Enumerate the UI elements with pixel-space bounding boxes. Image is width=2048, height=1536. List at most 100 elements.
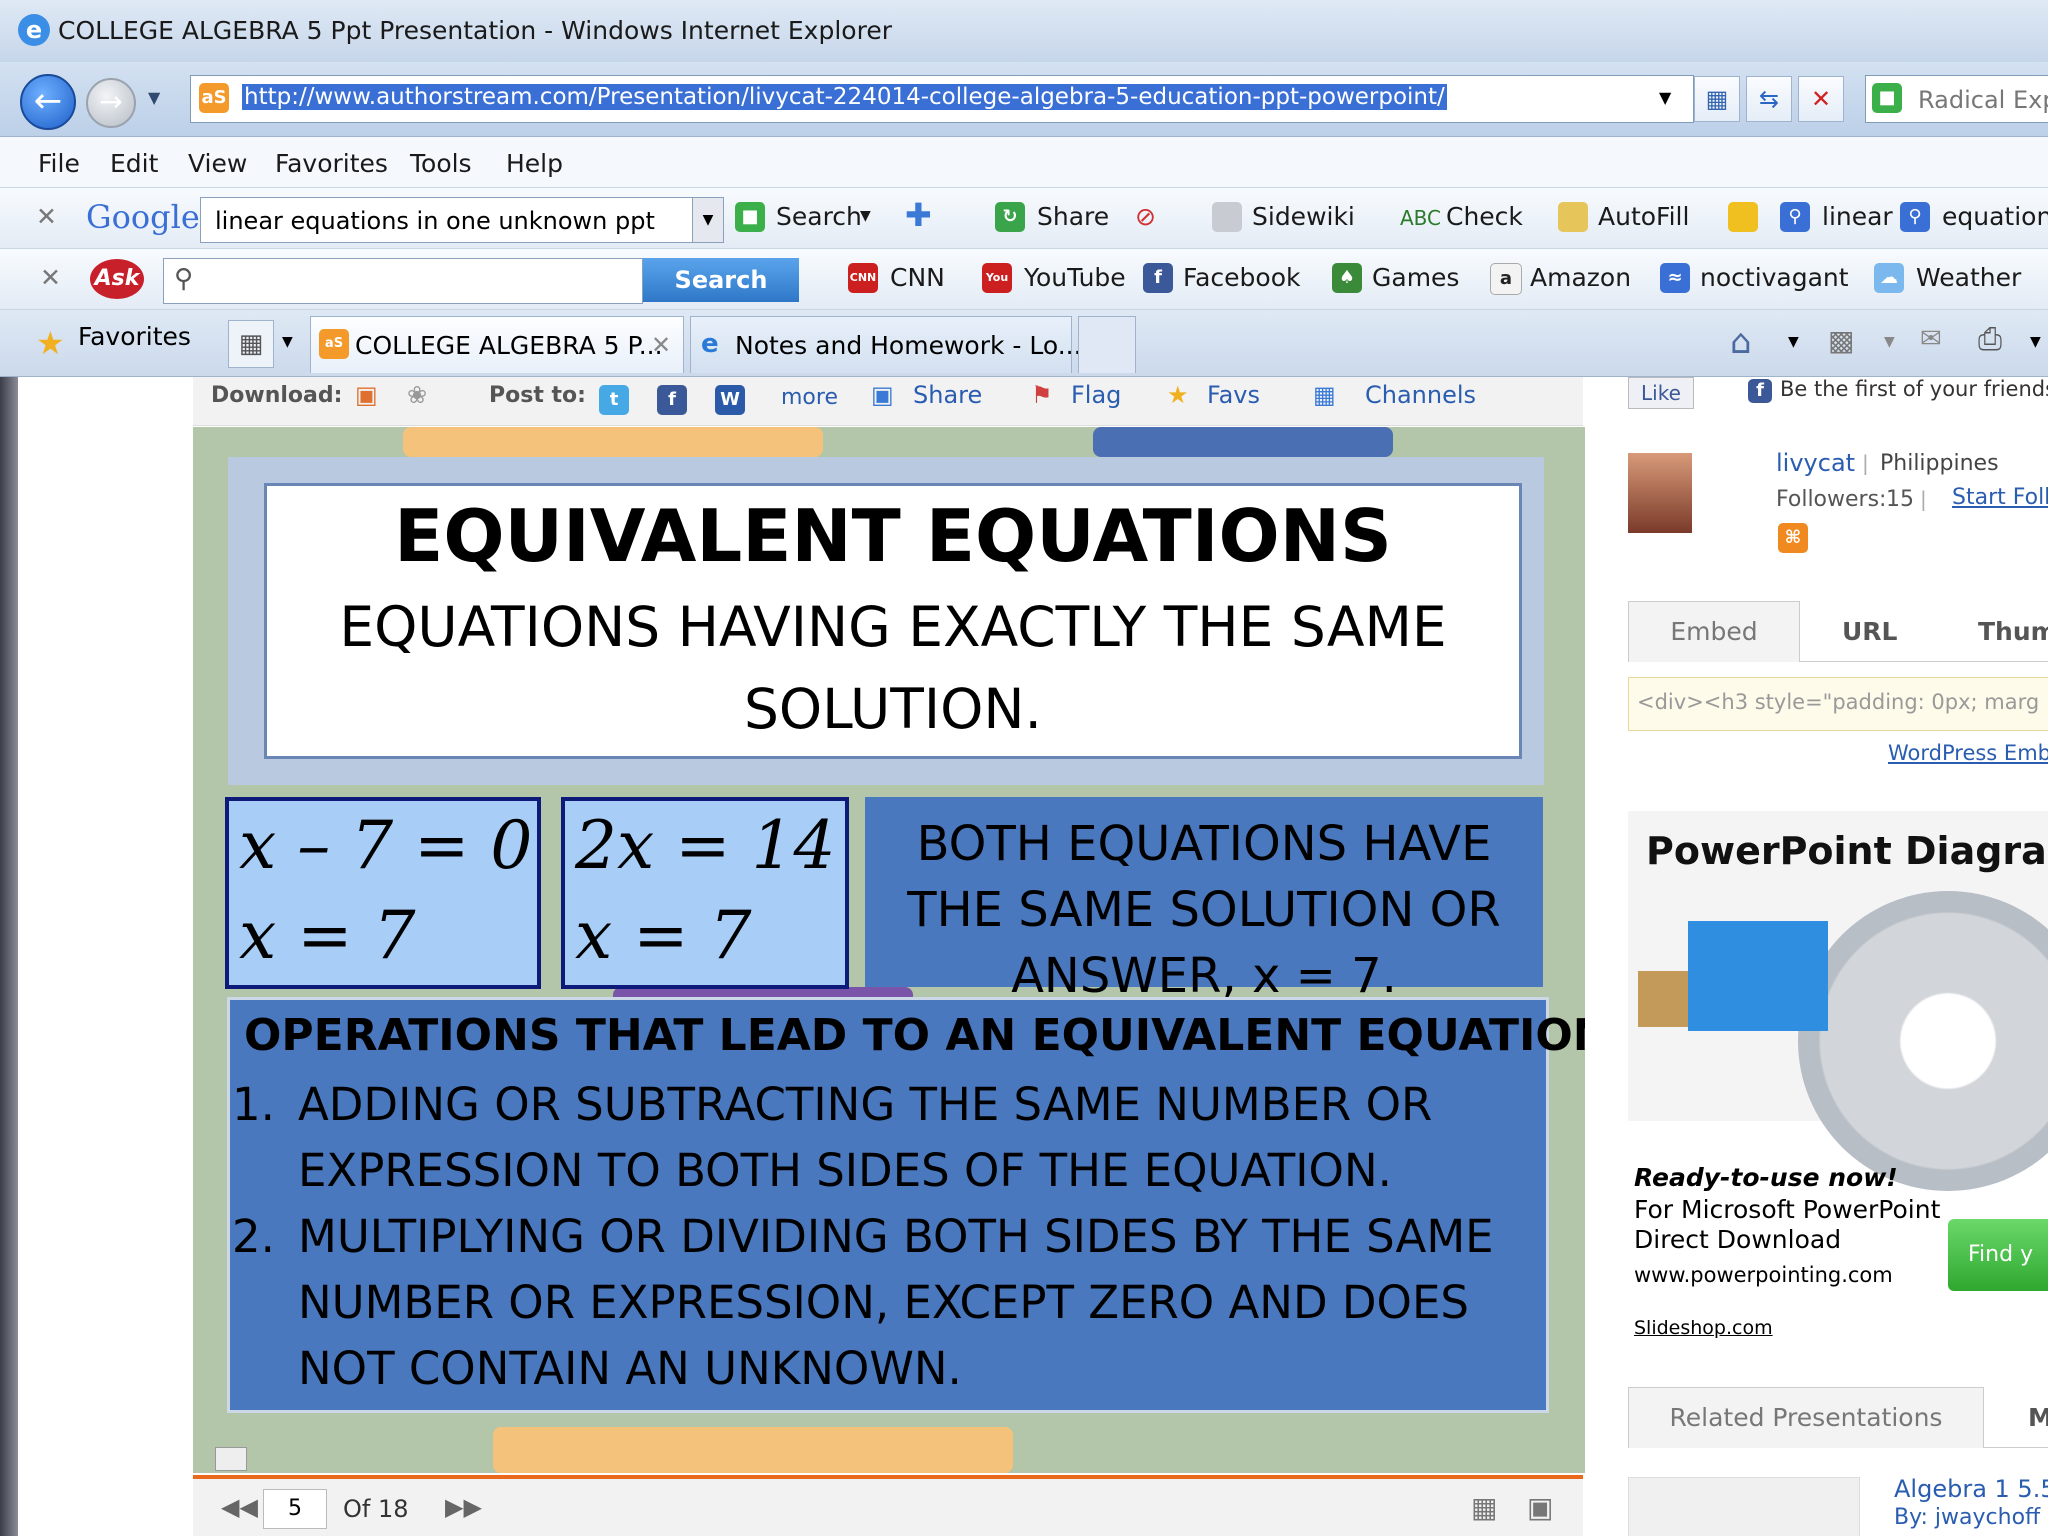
more-link[interactable]: more — [781, 385, 838, 410]
menu-help[interactable]: Help — [506, 149, 563, 178]
back-arrow-icon: ← — [33, 81, 63, 121]
popup-blocker-icon[interactable]: ⊘ — [1135, 202, 1156, 231]
close-tab-icon[interactable]: ✕ — [651, 331, 671, 359]
fullscreen-icon[interactable]: ▣ — [1527, 1491, 1553, 1524]
print-icon[interactable]: ⎙ — [1978, 322, 2002, 357]
powerpoint-ad[interactable]: PowerPoint Diagram — [1628, 811, 2048, 1191]
twitter-icon[interactable]: t — [599, 385, 629, 415]
forward-button[interactable]: → — [86, 78, 136, 128]
google-search-button[interactable]: Search — [776, 202, 862, 231]
menu-tools[interactable]: Tools — [410, 149, 472, 178]
tab-url[interactable]: URL — [1842, 617, 1897, 646]
share-button[interactable]: Share — [1037, 202, 1109, 231]
previous-slide-icon[interactable]: ◀◀ — [221, 1493, 258, 1521]
embed-code-field[interactable]: <div><h3 style="padding: 0px; marg — [1628, 677, 2048, 731]
search-term-icon: ⚲ — [1900, 202, 1930, 232]
slide-number-input[interactable]: 5 — [263, 1489, 327, 1529]
ie-tab-icon: e — [701, 329, 719, 359]
tab-college-algebra[interactable]: aS COLLEGE ALGEBRA 5 P... ✕ — [310, 316, 684, 373]
link-weather[interactable]: Weather — [1916, 263, 2021, 292]
tab-thumb[interactable]: Thumb — [1978, 617, 2048, 646]
quick-tabs-button[interactable]: ▦ — [228, 320, 274, 368]
grid-view-icon[interactable]: ▦ — [1471, 1491, 1497, 1524]
link-noctivagant[interactable]: noctivagant — [1700, 263, 1849, 292]
link-cnn[interactable]: CNN — [890, 263, 945, 292]
back-button[interactable]: ← — [20, 74, 76, 130]
ad-find-button[interactable]: Find y — [1948, 1219, 2048, 1291]
autofill-button[interactable]: AutoFill — [1598, 202, 1689, 231]
address-dropdown-icon[interactable]: ▼ — [1659, 88, 1671, 107]
close-toolbar-icon[interactable]: ✕ — [40, 263, 61, 292]
ad-source-link[interactable]: Slideshop.com — [1634, 1317, 1773, 1339]
highlighter-icon[interactable] — [1728, 202, 1758, 232]
favs-link[interactable]: Favs — [1207, 381, 1260, 409]
ask-search-input[interactable]: ⚲ — [163, 258, 643, 304]
menu-view[interactable]: View — [188, 149, 247, 178]
refresh-button[interactable]: ⇆ — [1746, 76, 1792, 122]
search-term-equations[interactable]: equations — [1942, 202, 2048, 231]
menu-file[interactable]: File — [38, 149, 80, 178]
like-button[interactable]: Like — [1628, 377, 1694, 409]
post-to-label: Post to: — [489, 383, 586, 408]
next-slide-icon[interactable]: ▶▶ — [445, 1493, 482, 1521]
compatibility-view-button[interactable]: ▦ — [1694, 76, 1740, 122]
menu-edit[interactable]: Edit — [110, 149, 158, 178]
user-link[interactable]: livycat — [1776, 449, 1855, 477]
wordpress-icon[interactable]: W — [715, 385, 745, 415]
download-video-icon[interactable]: ❀ — [407, 381, 427, 409]
google-search-input[interactable]: linear equations in one unknown ppt ▼ — [200, 197, 724, 243]
link-youtube[interactable]: YouTube — [1024, 263, 1126, 292]
rss-icon[interactable]: ⌘ — [1778, 523, 1808, 553]
ask-search-button[interactable]: Search — [643, 258, 799, 302]
address-bar[interactable]: aS http://www.authorstream.com/Presentat… — [190, 75, 1694, 123]
stop-button[interactable]: ✕ — [1798, 76, 1844, 122]
search-term-linear[interactable]: linear — [1822, 202, 1893, 231]
address-input[interactable]: http://www.authorstream.com/Presentation… — [242, 84, 1447, 110]
ad-tagline: Ready-to-use now! — [1634, 1163, 1898, 1192]
home-dropdown-icon[interactable]: ▼ — [1788, 334, 1799, 350]
related-author[interactable]: By: jwaychoff — [1894, 1505, 2040, 1530]
feeds-dropdown-icon[interactable]: ▼ — [1884, 334, 1895, 350]
tab-notes-and-homework[interactable]: e Notes and Homework - Lo... — [690, 316, 1082, 373]
history-dropdown-icon[interactable]: ▼ — [148, 88, 160, 107]
google-query-text: linear equations in one unknown ppt — [215, 207, 655, 235]
flag-icon: ⚑ — [1031, 381, 1053, 409]
tab-embed[interactable]: Embed — [1628, 601, 1800, 662]
start-follow-link[interactable]: Start Follo — [1952, 485, 2048, 510]
feeds-icon[interactable]: ▩ — [1828, 324, 1854, 357]
link-amazon[interactable]: Amazon — [1530, 263, 1631, 292]
provider-search-box[interactable]: ■ Radical Expr — [1865, 75, 2048, 123]
home-icon[interactable]: ⌂ — [1730, 322, 1752, 362]
refresh-icon: ⇆ — [1758, 85, 1780, 113]
wordpress-embed-link[interactable]: WordPress Emb — [1888, 741, 2048, 765]
avatar[interactable] — [1628, 453, 1692, 533]
new-tab-button[interactable] — [1078, 316, 1136, 373]
print-dropdown-icon[interactable]: ▼ — [2030, 334, 2041, 350]
share-icon: ▣ — [871, 381, 894, 409]
link-games[interactable]: Games — [1372, 263, 1459, 292]
flag-link[interactable]: Flag — [1071, 381, 1121, 409]
read-mail-icon[interactable]: ✉ — [1920, 324, 1942, 354]
operation-text: ADDING OR SUBTRACTING THE SAME NUMBER OR… — [298, 1078, 1433, 1197]
share-link[interactable]: Share — [913, 381, 982, 409]
tab-list-dropdown-icon[interactable]: ▼ — [282, 334, 293, 350]
tab-related-presentations[interactable]: Related Presentations — [1628, 1387, 1984, 1448]
tab-label: Related Presentations — [1669, 1403, 1943, 1432]
ad-url[interactable]: www.powerpointing.com — [1634, 1263, 1893, 1287]
menu-favorites[interactable]: Favorites — [275, 149, 388, 178]
link-facebook[interactable]: Facebook — [1183, 263, 1300, 292]
favorites-button[interactable]: Favorites — [78, 322, 191, 351]
channels-link[interactable]: Channels — [1365, 381, 1476, 409]
related-thumbnail[interactable] — [1628, 1477, 1860, 1536]
facebook-icon[interactable]: f — [657, 385, 687, 415]
related-title-link[interactable]: Algebra 1 5.5 — [1894, 1475, 2048, 1503]
search-dropdown-icon[interactable]: ▼ — [860, 208, 871, 224]
sidewiki-button[interactable]: Sidewiki — [1252, 202, 1355, 231]
slide-notes-icon[interactable] — [215, 1447, 247, 1471]
tab-more[interactable]: M — [2028, 1403, 2048, 1432]
plus-button-icon[interactable]: ✚ — [905, 196, 932, 234]
download-ppt-icon[interactable]: ▣ — [355, 381, 378, 409]
query-dropdown-icon[interactable]: ▼ — [692, 198, 723, 242]
check-button[interactable]: Check — [1446, 202, 1523, 231]
close-toolbar-icon[interactable]: ✕ — [36, 202, 57, 231]
